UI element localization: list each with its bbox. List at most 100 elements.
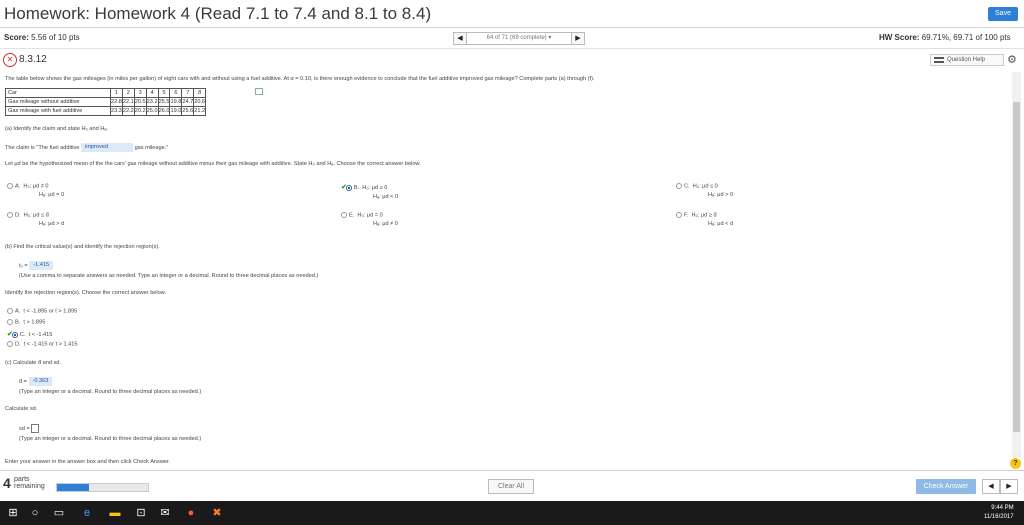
- previous-part-button[interactable]: ◀: [982, 479, 1000, 494]
- clear-all-button[interactable]: Clear All: [488, 479, 534, 494]
- option-h0: H₀: μd = 0: [357, 212, 383, 219]
- save-button[interactable]: Save: [988, 7, 1018, 21]
- content-scrollbar[interactable]: [1012, 72, 1021, 458]
- table-cell: 8: [193, 88, 207, 98]
- progress-fill: [57, 484, 89, 491]
- table-cell: 25.0: [145, 106, 159, 116]
- part-a-option-c[interactable]: C. H₀: μd ≤ 0 Hₐ: μd > 0: [676, 183, 733, 198]
- option-letter: E.: [349, 212, 355, 219]
- option-letter: D.: [15, 212, 21, 219]
- radio-button[interactable]: [7, 308, 13, 314]
- claim-answer[interactable]: improved: [81, 143, 133, 152]
- radio-button[interactable]: [7, 341, 13, 347]
- part-b-option-c[interactable]: ✔ C. t < -1.415: [7, 330, 52, 338]
- check-answer-button[interactable]: Check Answer: [916, 479, 976, 494]
- radio-button[interactable]: [676, 212, 682, 218]
- system-clock: 9:44 PM 11/16/2017: [984, 504, 1014, 522]
- table-cell: 22.2: [121, 106, 135, 116]
- next-part-button[interactable]: ▶: [1000, 479, 1018, 494]
- dbar-label: d̄ =: [19, 378, 27, 385]
- scrollbar-thumb[interactable]: [1013, 102, 1020, 432]
- option-ha: Hₐ: μd < 0: [373, 194, 399, 200]
- option-text: t < -1.415: [28, 332, 53, 338]
- table-cell: 20.5: [133, 97, 147, 107]
- parts-label-line1: parts: [14, 476, 30, 483]
- question-content: The table below shows the gas mileages (…: [5, 72, 1010, 458]
- dbar-answer[interactable]: -0.363: [28, 377, 53, 386]
- part-a-prompt: (a) Identify the claim and state H₀ and …: [5, 126, 108, 132]
- table-cell: 3: [133, 88, 147, 98]
- data-table-icon[interactable]: [255, 88, 263, 95]
- question-help-label: Question Help: [947, 57, 986, 63]
- hw-score: HW Score: 69.71%, 69.71 of 100 pts: [879, 33, 1011, 42]
- radio-button[interactable]: [676, 183, 682, 189]
- next-question-button[interactable]: ▶: [571, 32, 585, 45]
- windows-taskbar: ⊞ ○ ▭ e ▬ ⊡ ✉ ● ✖ 9:44 PM 11/16/2017: [0, 501, 1024, 525]
- clock-time: 9:44 PM: [991, 505, 1014, 511]
- question-select-text: 64 of 71 (69 complete): [486, 35, 547, 41]
- option-h0: H₀: μd ≤ 0: [692, 183, 718, 190]
- option-ha: Hₐ: μd = 0: [39, 192, 65, 199]
- score-bar: Score: 5.56 of 10 pts ◀ 64 of 71 (69 com…: [0, 29, 1024, 49]
- part-b-option-b[interactable]: B. t > 1.895: [7, 319, 45, 325]
- part-b-option-d[interactable]: D. t < -1.415 or t > 1.415: [7, 341, 78, 347]
- sd-line: sd =: [19, 424, 40, 433]
- file-explorer-icon[interactable]: ▬: [108, 506, 122, 520]
- table-cell: 2: [121, 88, 135, 98]
- radio-button[interactable]: [7, 212, 13, 218]
- option-text: t < -1.895 or t > 1.895: [23, 308, 78, 315]
- score: Score: 5.56 of 10 pts: [4, 33, 80, 42]
- table-cell: 19.0: [169, 106, 183, 116]
- edge-browser-icon[interactable]: e: [80, 506, 94, 520]
- option-h0: H₀: μd ≤ d̄: [23, 212, 49, 219]
- part-a-option-f[interactable]: F. H₀: μd ≥ d̄ Hₐ: μd < d: [676, 212, 733, 227]
- part-a-option-b[interactable]: ✔ B. H₀: μd ≥ 0 Hₐ: μd < 0: [341, 183, 398, 200]
- part-b-option-a[interactable]: A. t < -1.895 or t > 1.895: [7, 308, 77, 314]
- mail-icon[interactable]: ✉: [158, 506, 172, 520]
- option-letter: C.: [19, 332, 26, 338]
- parts-remaining-count: 4: [3, 475, 11, 491]
- table-cell: 26.0: [157, 106, 171, 116]
- parts-remaining-label: parts remaining: [14, 476, 45, 490]
- option-letter: A.: [15, 183, 21, 190]
- t0-answer[interactable]: -1.415: [29, 261, 54, 270]
- option-ha: Hₐ: μd ≠ 0: [373, 221, 398, 228]
- part-b-prompt: (b) Find the critical value(s) and ident…: [5, 244, 160, 250]
- table-row: Gas mileage with fuel additive 23.3 22.2…: [5, 106, 207, 116]
- table-cell: 23.2: [145, 97, 159, 107]
- app-icon[interactable]: ✖: [210, 506, 224, 520]
- radio-button[interactable]: [345, 184, 352, 191]
- previous-question-button[interactable]: ◀: [453, 32, 467, 45]
- windows-start-icon[interactable]: ⊞: [6, 506, 20, 520]
- parts-label-line2: remaining: [14, 483, 45, 490]
- radio-button[interactable]: [11, 331, 18, 338]
- question-help-button[interactable]: Question Help: [930, 54, 1004, 66]
- table-cell: 20.6: [193, 97, 207, 107]
- task-view-icon[interactable]: ▭: [52, 506, 66, 520]
- chrome-icon[interactable]: ●: [184, 506, 198, 520]
- t0-line: t₀ = -1.415: [19, 261, 54, 270]
- menu-icon: [934, 57, 944, 63]
- table-cell: 19.8: [169, 97, 183, 107]
- table-cell: 25.5: [157, 97, 171, 107]
- radio-button[interactable]: [341, 212, 347, 218]
- sd-input[interactable]: [31, 424, 40, 433]
- part-a-option-a[interactable]: A. H₀: μd ≠ 0 Hₐ: μd = 0: [7, 183, 64, 198]
- table-cell: 24.7: [181, 97, 195, 107]
- question-select[interactable]: 64 of 71 (69 complete) ▾: [467, 32, 571, 45]
- option-h0: H₀: μd ≥ d̄: [691, 212, 717, 219]
- radio-button[interactable]: [7, 319, 13, 325]
- claim-prefix: The claim is "The fuel additive: [5, 144, 80, 151]
- help-icon[interactable]: ?: [1010, 458, 1021, 469]
- part-a-option-d[interactable]: D. H₀: μd ≤ d̄ Hₐ: μd > d: [7, 212, 64, 227]
- option-ha: Hₐ: μd > 0: [708, 192, 734, 199]
- table-row: Gas mileage without additive 22.8 22.1 2…: [5, 97, 207, 107]
- gear-icon[interactable]: ⚙: [1007, 53, 1017, 66]
- radio-button[interactable]: [7, 183, 13, 189]
- option-text: t < -1.415 or t > 1.415: [23, 341, 78, 348]
- part-a-option-e[interactable]: E. H₀: μd = 0 Hₐ: μd ≠ 0: [341, 212, 398, 227]
- title-bar: Homework: Homework 4 (Read 7.1 to 7.4 an…: [0, 0, 1024, 28]
- search-icon[interactable]: ○: [28, 506, 42, 520]
- mileage-table: Car 1 2 3 4 5 6 7 8 Gas mileage without …: [5, 88, 207, 116]
- store-icon[interactable]: ⊡: [134, 506, 148, 520]
